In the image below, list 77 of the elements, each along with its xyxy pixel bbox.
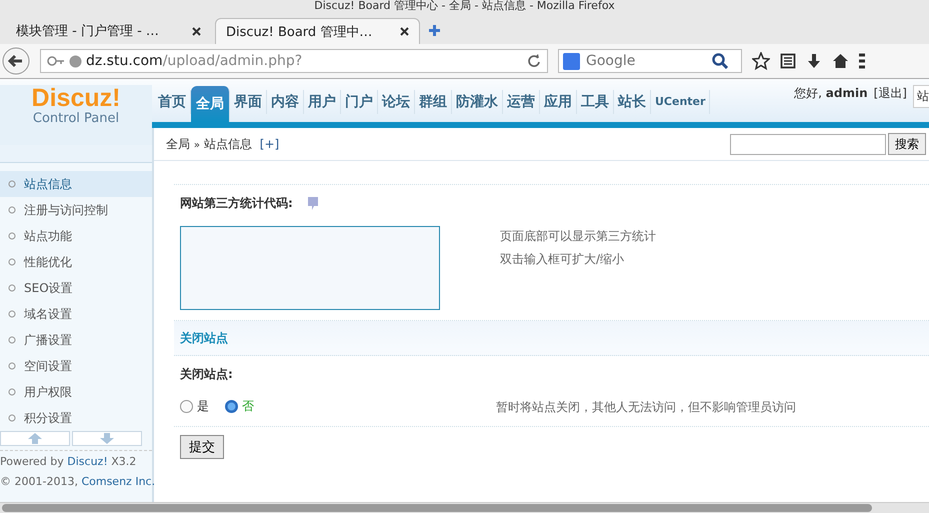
- up-arrow-icon: [28, 433, 42, 444]
- menu-icon[interactable]: [859, 53, 865, 69]
- reading-list-icon[interactable]: [780, 53, 796, 69]
- circle-bullet-icon: [8, 232, 16, 240]
- site-button[interactable]: 站: [913, 85, 929, 108]
- setting-label: 网站第三方统计代码:: [180, 195, 293, 212]
- reload-icon[interactable]: [527, 54, 541, 68]
- close-icon[interactable]: [192, 26, 201, 36]
- circle-bullet-icon: [8, 336, 16, 344]
- sidebar-item[interactable]: 性能优化: [0, 249, 152, 275]
- nav-tab[interactable]: 用户: [304, 90, 341, 114]
- nav-tab[interactable]: 防灌水: [452, 90, 503, 114]
- nav-tab[interactable]: 内容: [267, 90, 304, 114]
- hint-text: 页面底部可以显示第三方统计: [500, 228, 656, 245]
- hint-text: 双击输入框可扩大/缩小: [500, 251, 626, 268]
- breadcrumb: 全局 » 站点信息: [166, 136, 252, 152]
- nav-tab[interactable]: 界面: [230, 90, 267, 114]
- search-input[interactable]: [730, 134, 886, 154]
- greeting-text: 您好, admin: [794, 85, 868, 102]
- close-icon[interactable]: [400, 27, 409, 36]
- circle-bullet-icon: [8, 258, 16, 266]
- search-button[interactable]: 搜索: [888, 133, 926, 155]
- product-link[interactable]: Discuz!: [67, 455, 108, 468]
- sidebar-item[interactable]: 空间设置: [0, 353, 152, 379]
- radio-label: 是: [197, 398, 209, 415]
- nav-tab[interactable]: 群组: [415, 90, 452, 114]
- radio-label: 否: [242, 398, 254, 415]
- nav-tab[interactable]: 全局: [191, 86, 230, 122]
- sidebar-item[interactable]: 注册与访问控制: [0, 197, 152, 223]
- scrollbar-thumb[interactable]: [2, 504, 872, 512]
- sidebar-item[interactable]: 域名设置: [0, 301, 152, 327]
- circle-bullet-icon: [8, 206, 16, 214]
- circle-bullet-icon: [8, 414, 16, 422]
- home-icon[interactable]: [832, 53, 849, 69]
- circle-bullet-icon: [8, 180, 16, 188]
- radio-button[interactable]: [180, 400, 193, 413]
- logo-text: Discuz!: [32, 85, 120, 111]
- sidebar-item[interactable]: 用户权限: [0, 379, 152, 405]
- search-field[interactable]: Google: [584, 52, 708, 70]
- circle-bullet-icon: [8, 310, 16, 318]
- powered-by-text: Powered by Discuz! X3.2: [0, 455, 138, 468]
- circle-bullet-icon: [8, 388, 16, 396]
- submit-button[interactable]: 提交: [180, 435, 224, 459]
- code-textarea[interactable]: [180, 226, 440, 310]
- sidebar-item[interactable]: 积分设置: [0, 405, 152, 431]
- search-bar[interactable]: Google: [558, 49, 742, 73]
- logout-link[interactable]: [退出]: [874, 85, 907, 102]
- sidebar-item[interactable]: 站点功能: [0, 223, 152, 249]
- setting-label: 关闭站点:: [180, 366, 233, 383]
- url-field[interactable]: dz.stu.com/upload/admin.php?: [40, 49, 548, 73]
- search-icon: [712, 53, 728, 69]
- nav-tab[interactable]: 门户: [341, 90, 378, 114]
- sidebar-item[interactable]: SEO设置: [0, 275, 152, 301]
- nav-tab[interactable]: 应用: [540, 90, 577, 114]
- nav-tab[interactable]: 工具: [577, 90, 614, 114]
- star-icon[interactable]: [752, 52, 770, 70]
- sidebar-item[interactable]: 广播设置: [0, 327, 152, 353]
- logo-subtitle: Control Panel: [32, 111, 120, 126]
- plus-icon[interactable]: [428, 24, 441, 37]
- browser-tab[interactable]: 模块管理 - 门户管理 - …: [6, 18, 211, 44]
- radio-button[interactable]: [225, 400, 238, 413]
- circle-bullet-icon: [8, 362, 16, 370]
- hint-text: 暂时将站点关闭，其他人无法访问，但不影响管理员访问: [496, 399, 796, 416]
- nav-tab[interactable]: UCenter: [651, 90, 710, 114]
- nav-tab[interactable]: 运营: [503, 90, 540, 114]
- browser-tab[interactable]: Discuz! Board 管理中…: [215, 18, 420, 44]
- back-icon[interactable]: [2, 47, 30, 75]
- nav-tab[interactable]: 论坛: [378, 90, 415, 114]
- section-title: 关闭站点: [180, 330, 228, 346]
- key-icon: [47, 54, 65, 68]
- down-arrow-icon: [100, 433, 114, 444]
- download-icon[interactable]: [806, 53, 822, 69]
- window-title: Discuz! Board 管理中心 - 全局 - 站点信息 - Mozilla Firefox: [0, 0, 929, 12]
- circle-bullet-icon: [8, 284, 16, 292]
- sidebar-item[interactable]: 站点信息: [0, 171, 152, 197]
- expand-link[interactable]: [+]: [260, 137, 280, 151]
- nav-tab[interactable]: 站长: [614, 90, 651, 114]
